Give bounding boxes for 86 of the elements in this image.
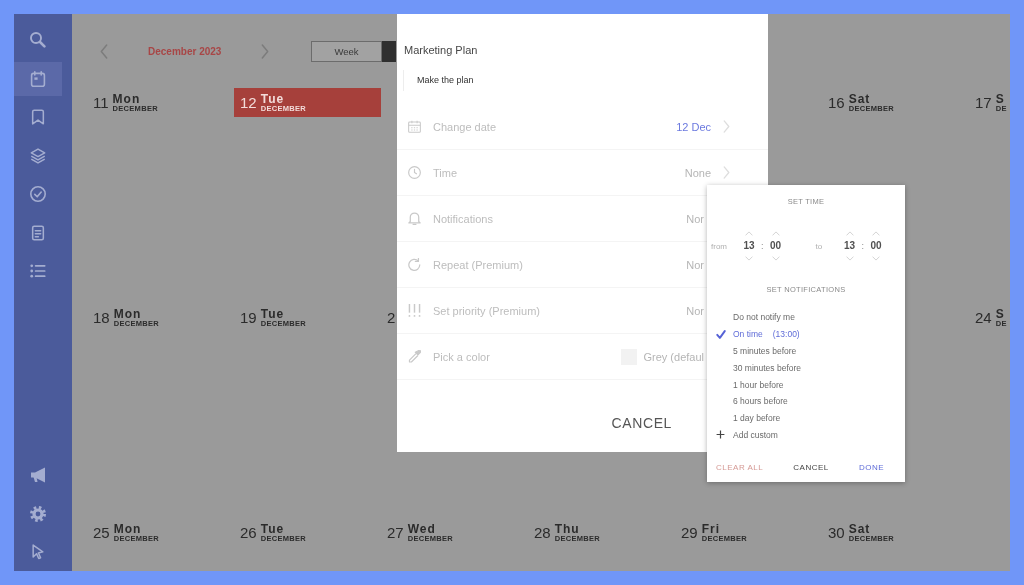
weekday-label: S bbox=[995, 92, 1006, 105]
hour-value[interactable]: 13 bbox=[843, 240, 856, 252]
cancel-button[interactable]: CANCEL bbox=[611, 411, 672, 435]
option-value: Nor bbox=[686, 258, 704, 271]
megaphone-icon[interactable] bbox=[30, 467, 46, 483]
notification-option[interactable]: Do not notify me bbox=[733, 312, 795, 323]
chevron-down-icon[interactable] bbox=[845, 256, 854, 261]
chevron-right-icon[interactable] bbox=[261, 43, 270, 59]
time-separator: : bbox=[761, 241, 764, 251]
notification-option[interactable]: On time bbox=[733, 329, 763, 340]
option-value: Nor bbox=[686, 212, 704, 225]
day-number: 19 bbox=[240, 309, 257, 326]
weekday-label: S bbox=[995, 307, 1006, 320]
search-icon[interactable] bbox=[30, 32, 46, 48]
day-number: 29 bbox=[681, 524, 698, 541]
time-label: to bbox=[815, 241, 823, 251]
chevron-left-icon[interactable] bbox=[100, 43, 108, 59]
notification-option[interactable]: 5 minutes before bbox=[733, 346, 797, 356]
option-value: Nor bbox=[686, 304, 704, 317]
day-number: 12 bbox=[240, 94, 257, 111]
bell-icon bbox=[408, 212, 421, 225]
check-circle-icon[interactable] bbox=[30, 186, 46, 202]
day-number: 30 bbox=[828, 524, 845, 541]
weekday-label: Sat bbox=[848, 92, 872, 105]
weekday-label: Sat bbox=[848, 522, 872, 535]
calendar-icon[interactable] bbox=[30, 70, 46, 87]
weekday-label: Tue bbox=[260, 522, 286, 535]
event-title: Marketing Plan bbox=[404, 44, 479, 57]
layers-icon[interactable] bbox=[30, 147, 46, 164]
chevron-up-icon[interactable] bbox=[872, 231, 881, 236]
description-field[interactable]: Make the plan bbox=[403, 70, 623, 91]
day-number: 11 bbox=[93, 94, 109, 111]
cancel-button[interactable]: CANCEL bbox=[793, 460, 829, 475]
option-value: 12 Dec bbox=[676, 120, 711, 133]
plus-icon[interactable] bbox=[716, 430, 725, 440]
weekday-label: Mon bbox=[113, 522, 143, 535]
day-number: 18 bbox=[93, 309, 110, 326]
weekday-label: Fri bbox=[701, 522, 722, 535]
settings-icon[interactable] bbox=[30, 505, 46, 522]
hour-value[interactable]: 13 bbox=[743, 240, 755, 252]
bookmark-icon[interactable] bbox=[30, 109, 46, 125]
weekday-label: Tue bbox=[260, 307, 286, 320]
time-separator: : bbox=[861, 241, 865, 251]
day-number: 28 bbox=[534, 524, 551, 541]
day-number: 17 bbox=[975, 94, 992, 111]
day-number: 26 bbox=[240, 524, 257, 541]
option-value: Grey (defaul bbox=[643, 350, 704, 363]
cursor-icon[interactable] bbox=[30, 544, 46, 560]
chevron-up-icon[interactable] bbox=[845, 231, 854, 236]
document-icon[interactable] bbox=[30, 224, 46, 241]
check-icon bbox=[716, 329, 726, 339]
nav-button[interactable] bbox=[14, 61, 62, 96]
weekday-label: Mon bbox=[112, 92, 142, 105]
time-label: from bbox=[711, 241, 727, 251]
exclamation-icon bbox=[408, 304, 421, 317]
list-icon[interactable] bbox=[30, 263, 46, 279]
view-tab[interactable]: Week bbox=[311, 40, 382, 62]
repeat-icon bbox=[408, 258, 421, 271]
day-number: 2 bbox=[387, 309, 396, 326]
notification-option[interactable]: 30 minutes before bbox=[733, 362, 802, 373]
weekday-label: Tue bbox=[260, 92, 286, 105]
add-custom-option[interactable]: Add custom bbox=[733, 429, 778, 440]
day-number: 16 bbox=[828, 94, 845, 111]
done-button[interactable]: DONE bbox=[858, 460, 884, 475]
day-number: 25 bbox=[93, 524, 110, 541]
weekday-label: Thu bbox=[554, 522, 581, 535]
day-number: 24 bbox=[975, 309, 992, 326]
weekday-label: Wed bbox=[407, 522, 437, 535]
notification-option[interactable]: 1 hour before bbox=[733, 379, 784, 390]
day-number: 27 bbox=[387, 524, 404, 541]
chevron-up-icon[interactable] bbox=[745, 231, 753, 236]
notification-option[interactable]: 1 day before bbox=[733, 413, 781, 424]
notification-time: (13:00) bbox=[772, 329, 800, 340]
chevron-down-icon[interactable] bbox=[771, 256, 780, 261]
notification-option[interactable]: 6 hours before bbox=[733, 396, 788, 407]
clock-icon bbox=[408, 166, 421, 179]
chevron-up-icon[interactable] bbox=[771, 231, 780, 236]
option-value: None bbox=[684, 166, 711, 179]
minute-value[interactable]: 00 bbox=[870, 240, 882, 252]
weekday-label: Mon bbox=[113, 307, 143, 320]
eyedropper-icon bbox=[408, 350, 421, 363]
chevron-down-icon[interactable] bbox=[745, 256, 753, 261]
minute-value[interactable]: 00 bbox=[769, 240, 782, 252]
calendar-icon bbox=[408, 120, 421, 133]
month-title: December 2023 bbox=[148, 45, 222, 57]
chevron-down-icon[interactable] bbox=[872, 256, 881, 261]
